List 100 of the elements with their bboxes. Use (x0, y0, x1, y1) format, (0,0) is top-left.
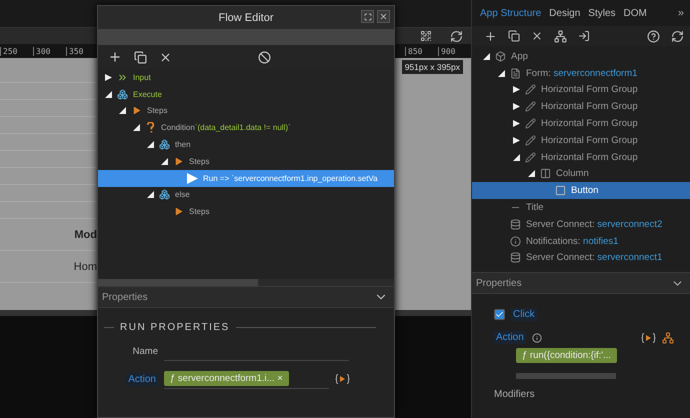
tree-row[interactable]: Input (98, 69, 394, 86)
tree-row[interactable]: Condition`(data_detail1.data != null)` (98, 119, 394, 136)
ruler-tick: 850 (405, 46, 438, 56)
copy-icon[interactable] (134, 50, 147, 64)
expanded-triangle-icon[interactable] (104, 90, 112, 98)
action-label: Action (494, 331, 526, 344)
expanded-triangle-icon[interactable] (146, 141, 154, 148)
refresh-icon[interactable] (671, 30, 684, 42)
add-icon[interactable] (484, 30, 497, 42)
cube-icon (117, 88, 128, 100)
tree-row[interactable]: Notifications: notifies1 (472, 232, 690, 250)
info-icon[interactable] (532, 332, 542, 342)
properties-header[interactable]: Properties (472, 272, 690, 294)
pencil-icon (525, 152, 536, 163)
pencil-icon (525, 118, 536, 130)
panel-tab[interactable]: Styles (588, 8, 616, 18)
panel-tab[interactable]: Design (549, 8, 580, 18)
code-bind-icon[interactable] (641, 332, 656, 342)
action-value[interactable]: ƒ serverconnectform1.i... × (164, 371, 289, 386)
tree-row[interactable]: Column (472, 166, 690, 182)
scrollbar-thumb[interactable] (98, 279, 258, 286)
collapsed-triangle-icon[interactable] (512, 136, 520, 144)
action-value[interactable]: ƒ run({condition:{if:'... (516, 348, 617, 363)
expanded-triangle-icon[interactable] (498, 70, 504, 77)
expanded-triangle-icon[interactable] (512, 154, 520, 161)
tree-row[interactable]: Execute (98, 86, 394, 103)
delete-icon[interactable] (159, 50, 172, 64)
tree-row[interactable]: Server Connect: serverconnect2 (472, 216, 690, 233)
tree-row[interactable]: Horizontal Form Group (472, 148, 690, 166)
refresh-icon[interactable] (450, 30, 463, 42)
delete-icon[interactable] (531, 30, 543, 42)
node-label: Input (133, 72, 151, 82)
panel-tab[interactable]: DOM (624, 8, 647, 18)
copy-icon[interactable] (508, 30, 520, 42)
pencil-icon (525, 134, 536, 146)
node-label: else (175, 190, 190, 200)
ruler-tick: 300 (33, 46, 66, 56)
node-label: Run => `serverconnectform1.inp_operation.setVa (203, 174, 378, 183)
double-chevron-icon (117, 72, 128, 83)
remove-icon[interactable]: × (277, 373, 283, 384)
cube-icon (159, 189, 170, 200)
node-label: Form: serverconnectform1 (526, 68, 638, 79)
flow-icon[interactable] (662, 332, 674, 344)
close-icon (379, 12, 388, 21)
square-icon (555, 185, 566, 196)
node-label: Horizontal Form Group (541, 152, 638, 163)
tree-row[interactable]: Horizontal Form Group (472, 132, 690, 149)
add-icon[interactable] (108, 50, 122, 64)
info-icon (510, 236, 521, 247)
tree-row[interactable]: Steps (98, 152, 394, 170)
checkbox[interactable] (494, 309, 505, 320)
close-button[interactable] (377, 10, 390, 23)
collapsed-triangle-icon[interactable] (512, 120, 520, 128)
disable-icon[interactable] (258, 50, 271, 64)
maximize-button[interactable] (361, 10, 374, 23)
code-bind-icon[interactable] (335, 374, 350, 384)
expanded-triangle-icon[interactable] (160, 158, 168, 165)
node-label: Execute (133, 90, 162, 99)
qr-code-icon[interactable] (420, 30, 432, 42)
tree-row[interactable]: Horizontal Form Group (472, 115, 690, 132)
expanded-triangle-icon[interactable] (132, 124, 140, 132)
tree-row[interactable]: Steps (98, 102, 394, 120)
collapsed-triangle-icon[interactable] (512, 103, 520, 110)
node-label: Button (571, 185, 598, 196)
window-title: Flow Editor (218, 12, 274, 24)
expanded-triangle-icon[interactable] (482, 52, 490, 60)
help-icon[interactable] (647, 30, 660, 42)
document-icon (510, 68, 521, 79)
arrow-bar-icon[interactable] (578, 30, 590, 42)
tree-row[interactable]: Steps (98, 203, 394, 220)
tree-row[interactable]: else (98, 186, 394, 204)
node-label: Horizontal Form Group (541, 118, 638, 130)
question-mark-icon (145, 122, 156, 134)
node-label: Column (556, 168, 589, 180)
expanded-triangle-icon[interactable] (118, 107, 126, 114)
tree-row[interactable]: Title (472, 199, 690, 216)
tree-row[interactable]: Server Connect: serverconnect1 (472, 250, 690, 266)
name-label: Name (132, 346, 158, 356)
expanded-triangle-icon[interactable] (528, 170, 534, 178)
node-label: Steps (147, 106, 168, 116)
node-label: Horizontal Form Group (541, 101, 638, 112)
tree-row[interactable]: App (472, 48, 690, 65)
collapsed-triangle-icon[interactable] (104, 74, 112, 81)
tree-row[interactable]: Horizontal Form Group (472, 98, 690, 116)
expanded-triangle-icon[interactable] (146, 191, 154, 198)
ruler-tick: 250 (0, 46, 33, 56)
tree-row[interactable]: Form: serverconnectform1 (472, 64, 690, 82)
node-label: Server Connect: serverconnect1 (526, 252, 662, 264)
collapsed-triangle-icon[interactable] (512, 86, 520, 94)
panel-tab[interactable]: App Structure (480, 8, 542, 18)
properties-header[interactable]: Properties (98, 286, 394, 308)
component-icon[interactable] (554, 30, 567, 42)
tree-row[interactable]: Horizontal Form Group (472, 82, 690, 98)
columns-icon (540, 168, 551, 180)
node-label: App (511, 50, 528, 62)
more-tabs-icon[interactable]: » (678, 7, 684, 19)
tree-row[interactable]: then (98, 136, 394, 153)
tree-row[interactable]: Button (472, 182, 690, 200)
tree-row[interactable]: Run => `serverconnectform1.inp_operation.setVa (98, 170, 394, 187)
play-icon (187, 172, 198, 184)
